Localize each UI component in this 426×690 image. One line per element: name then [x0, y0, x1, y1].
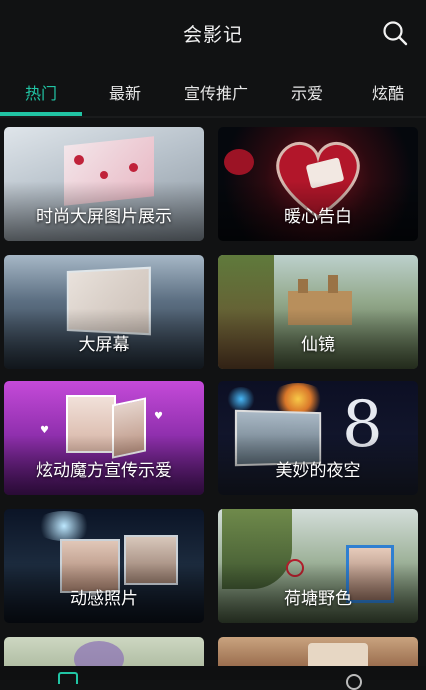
petal-decoration: [74, 155, 84, 165]
template-card[interactable]: 8 美妙的夜空: [218, 381, 418, 495]
template-card[interactable]: 暖心告白: [218, 127, 418, 241]
card-label: 仙镜: [301, 335, 335, 355]
heart-decoration: [224, 149, 254, 175]
card-label: 荷塘野色: [284, 589, 352, 609]
template-card[interactable]: 时尚大屏图片展示: [4, 127, 204, 241]
petal-decoration: [100, 171, 108, 179]
app-header: 会影记: [0, 0, 426, 66]
card-label: 暖心告白: [284, 207, 352, 227]
firework-decoration: [226, 387, 256, 411]
heart-icon: ♥: [154, 411, 163, 422]
card-label: 美妙的夜空: [275, 461, 361, 481]
template-card[interactable]: 仙镜: [218, 255, 418, 369]
category-tabs: 热门 最新 宣传推广 示爱 炫酷: [0, 68, 426, 114]
tab-love[interactable]: 示爱: [264, 68, 350, 104]
template-card[interactable]: 荷塘野色: [218, 509, 418, 623]
profile-icon[interactable]: [346, 674, 362, 690]
tabs-divider: [0, 116, 426, 118]
home-icon[interactable]: [58, 672, 78, 684]
card-label: 大屏幕: [78, 335, 130, 355]
tab-latest[interactable]: 最新: [82, 68, 168, 104]
light-flare: [34, 511, 94, 541]
card-label: 炫动魔方宣传示爱: [36, 461, 172, 481]
template-card[interactable]: 大屏幕: [4, 255, 204, 369]
tab-hot[interactable]: 热门: [0, 68, 82, 104]
card-label: 时尚大屏图片展示: [36, 207, 172, 227]
castle-tower: [298, 279, 308, 293]
template-card[interactable]: ♥ ♥ 炫动魔方宣传示爱: [4, 381, 204, 495]
petal-decoration: [129, 163, 138, 172]
app-title: 会影记: [182, 24, 243, 46]
tab-promotion[interactable]: 宣传推广: [168, 68, 264, 104]
tab-cool[interactable]: 炫酷: [350, 68, 426, 104]
card-label: 动感照片: [70, 589, 138, 609]
search-icon[interactable]: [382, 20, 408, 46]
castle-tower: [328, 275, 338, 293]
template-card[interactable]: 动感照片: [4, 509, 204, 623]
